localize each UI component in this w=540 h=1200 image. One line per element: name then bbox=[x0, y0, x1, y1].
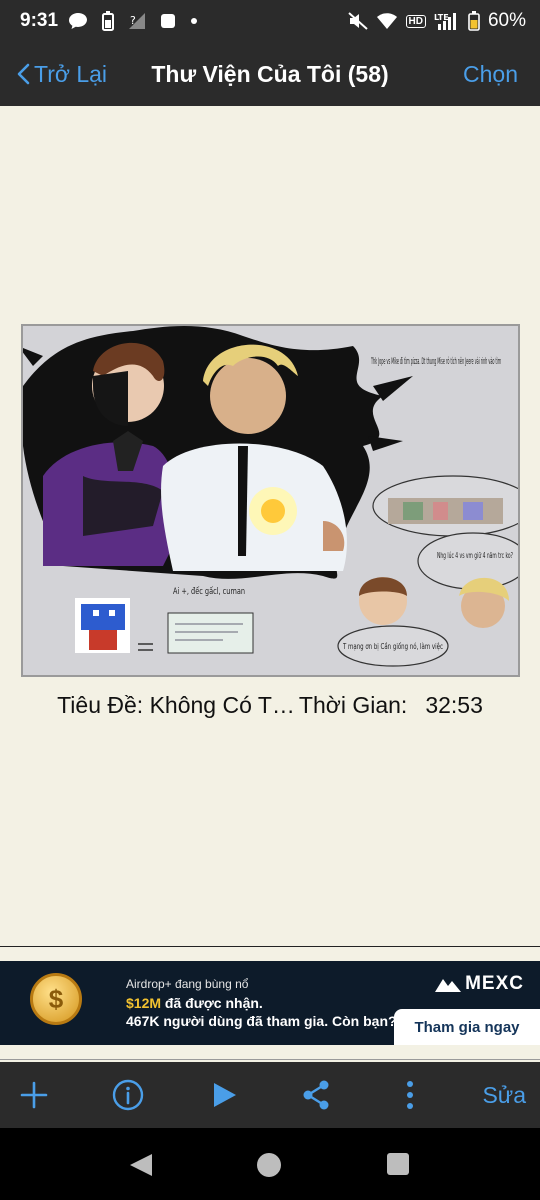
battery-icon bbox=[468, 11, 480, 31]
info-icon bbox=[112, 1079, 144, 1111]
svg-text:?: ? bbox=[130, 14, 136, 27]
ad-line2: $12M đã được nhận. bbox=[126, 995, 263, 1011]
status-bar: 9:31 ? HD LTE 60% bbox=[0, 0, 540, 42]
info-button[interactable] bbox=[106, 1062, 150, 1128]
hd-badge: HD bbox=[405, 14, 426, 28]
bottom-toolbar: Sửa bbox=[0, 1062, 540, 1128]
chevron-left-icon bbox=[17, 63, 30, 85]
plus-icon bbox=[20, 1081, 48, 1109]
divider bbox=[0, 946, 540, 947]
artwork-image[interactable]: Thk Jope vs Mike đi tìm pizza. Dt thung … bbox=[21, 324, 520, 677]
title-label: Tiêu Đề: Không Có T… bbox=[57, 692, 295, 718]
mountain-logo-icon bbox=[435, 979, 462, 992]
system-navigation-bar bbox=[0, 1128, 540, 1200]
chat-icon bbox=[69, 13, 88, 29]
mute-icon bbox=[347, 12, 368, 30]
no-signal-icon: ? bbox=[129, 13, 146, 29]
share-icon bbox=[303, 1080, 329, 1110]
artwork-drawing: Thk Jope vs Mike đi tìm pizza. Dt thung … bbox=[23, 326, 518, 675]
ad-banner[interactable]: $ Airdrop+ đang bùng nổ $12M đã được nhậ… bbox=[0, 961, 540, 1045]
ad-line2-rest: đã được nhận. bbox=[161, 995, 263, 1011]
dollar-coin-icon: $ bbox=[30, 973, 82, 1025]
play-button[interactable] bbox=[203, 1062, 247, 1128]
brand-name: MEXC bbox=[465, 973, 524, 994]
share-button[interactable] bbox=[294, 1062, 338, 1128]
more-button[interactable] bbox=[388, 1062, 432, 1128]
home-circle-icon[interactable] bbox=[256, 1152, 282, 1178]
status-time: 9:31 bbox=[20, 10, 59, 31]
join-now-button[interactable]: Tham gia ngay bbox=[394, 1009, 540, 1045]
back-button[interactable]: Trở Lại bbox=[16, 42, 107, 106]
battery-saver-icon bbox=[102, 11, 115, 31]
ad-line1: Airdrop+ đang bùng nổ bbox=[126, 977, 249, 991]
artwork-note-left: Ai +, đếc gấcl, cuman bbox=[173, 586, 245, 597]
navigation-bar: Trở Lại Thư Viện Của Tôi (58) Chọn bbox=[0, 42, 540, 106]
recents-square-icon[interactable] bbox=[386, 1152, 410, 1176]
artwork-note-top: Thk Jope vs Mike đi tìm pizza. Dt thung … bbox=[371, 356, 501, 367]
divider-bottom bbox=[0, 1059, 540, 1060]
battery-percent: 60% bbox=[487, 10, 526, 31]
play-icon bbox=[214, 1083, 236, 1107]
ad-line3: 467K người dùng đã tham gia. Còn bạn? bbox=[126, 1013, 397, 1029]
edit-button[interactable]: Sửa bbox=[482, 1062, 526, 1128]
artwork-note-right: Nhg lúc 4 vs vm giữ 4 năm trc ko? bbox=[437, 551, 513, 560]
back-triangle-icon[interactable] bbox=[128, 1152, 154, 1178]
signal-icon: LTE bbox=[434, 13, 456, 30]
artwork-note-bottom: T mạng ơn bị Cần giống nó, làm việc bbox=[342, 641, 443, 652]
more-vertical-icon bbox=[407, 1081, 413, 1109]
mexc-logo: MEXC bbox=[435, 973, 524, 995]
dot-icon bbox=[191, 18, 198, 24]
time-value: 32:53 bbox=[425, 692, 483, 718]
back-label: Trở Lại bbox=[34, 60, 108, 87]
wifi-icon bbox=[376, 13, 397, 29]
time-label: Thời Gian: bbox=[298, 692, 408, 718]
svg-text:LTE: LTE bbox=[434, 13, 449, 22]
ad-amount: $12M bbox=[126, 995, 162, 1011]
select-button[interactable]: Chọn bbox=[463, 61, 518, 88]
artwork-caption: Tiêu Đề: Không Có T… Thời Gian: 32:53 bbox=[0, 692, 540, 719]
app-notification-icon bbox=[161, 14, 176, 28]
add-button[interactable] bbox=[12, 1062, 56, 1128]
